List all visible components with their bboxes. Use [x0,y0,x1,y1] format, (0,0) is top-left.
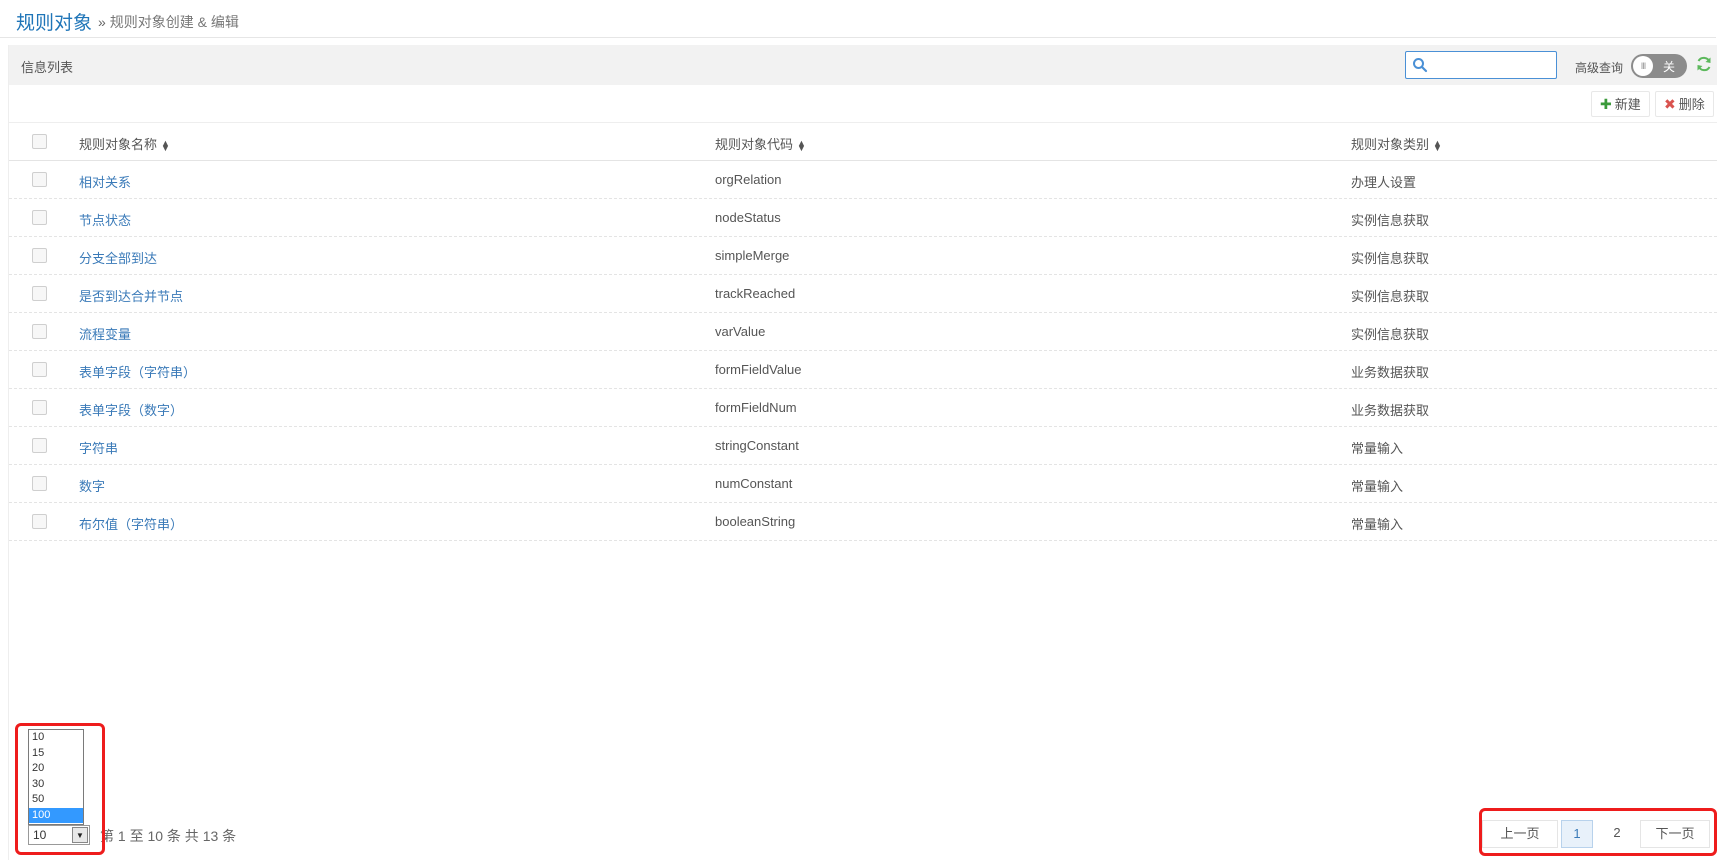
table-header-row: 规则对象名称 ▲ ▼ 规则对象代码 ▲ ▼ 规则对象类别 ▲ ▼ [9,123,1717,161]
rule-object-code: numConstant [715,476,793,491]
panel-title: 信息列表 [21,60,74,75]
table-row: 是否到达合并节点 trackReached 实例信息获取 [9,275,1717,313]
breadcrumb-separator: » [98,14,106,30]
table-row: 布尔值（字符串） booleanString 常量输入 [9,503,1717,541]
rule-object-name-link[interactable]: 节点状态 [79,210,131,229]
row-checkbox[interactable] [32,172,47,187]
rule-object-category: 实例信息获取 [1351,251,1430,266]
rule-object-code: trackReached [715,286,796,301]
rule-object-category: 常量输入 [1351,517,1404,532]
column-header-code[interactable]: 规则对象代码 ▲ ▼ [715,134,806,153]
table-row: 节点状态 nodeStatus 实例信息获取 [9,199,1717,237]
new-button-label: 新建 [1614,97,1641,112]
row-checkbox[interactable] [32,438,47,453]
rule-object-code: nodeStatus [715,210,781,225]
rule-object-code: simpleMerge [715,248,790,263]
table-row: 相对关系 orgRelation 办理人设置 [9,161,1717,199]
rule-object-name-link[interactable]: 表单字段（数字） [79,400,183,419]
highlight-box-pagination [1479,808,1717,856]
column-header-name[interactable]: 规则对象名称 ▲ ▼ [79,134,170,153]
table-row: 字符串 stringConstant 常量输入 [9,427,1717,465]
row-checkbox[interactable] [32,362,47,377]
rule-object-name-link[interactable]: 流程变量 [79,324,131,343]
table-row: 表单字段（数字） formFieldNum 业务数据获取 [9,389,1717,427]
rule-object-category: 实例信息获取 [1351,289,1430,304]
plus-icon: ✚ [1600,96,1612,112]
select-all-checkbox[interactable] [32,134,47,149]
rule-object-name-link[interactable]: 布尔值（字符串） [79,514,183,533]
title-bar: 规则对象 » 规则对象创建 & 编辑 [0,0,1716,38]
sort-icon[interactable]: ▲ ▼ [161,138,170,152]
table-row: 数字 numConstant 常量输入 [9,465,1717,503]
sort-icon[interactable]: ▲ ▼ [1433,138,1442,152]
toggle-knob: III [1633,56,1653,76]
rule-object-code: stringConstant [715,438,799,453]
rule-object-name-link[interactable]: 表单字段（字符串） [79,362,196,381]
rule-object-category: 常量输入 [1351,441,1404,456]
row-checkbox[interactable] [32,248,47,263]
row-checkbox[interactable] [32,324,47,339]
rule-object-category: 办理人设置 [1351,175,1417,190]
rule-object-code: booleanString [715,514,796,529]
rule-object-code: varValue [715,324,766,339]
new-button[interactable]: ✚ 新建 [1591,91,1650,117]
rule-object-name-link[interactable]: 字符串 [79,438,118,457]
search-input[interactable] [1432,55,1552,75]
rule-object-category: 业务数据获取 [1351,365,1430,380]
delete-button-label: 删除 [1678,97,1705,112]
rule-object-name-link[interactable]: 相对关系 [79,172,131,191]
rule-object-code: formFieldValue [715,362,802,377]
search-box[interactable] [1405,51,1557,79]
breadcrumb-current: 规则对象创建 & 编辑 [109,14,239,30]
row-checkbox[interactable] [32,400,47,415]
rule-object-category: 实例信息获取 [1351,327,1430,342]
table-row: 分支全部到达 simpleMerge 实例信息获取 [9,237,1717,275]
highlight-box-page-size [15,723,105,855]
page-title: 规则对象 [16,13,93,34]
refresh-icon[interactable] [1695,55,1713,73]
row-checkbox[interactable] [32,210,47,225]
panel-header: 信息列表 高级查询 III 关 [9,45,1717,85]
row-checkbox[interactable] [32,286,47,301]
delete-button[interactable]: ✖ 删除 [1655,91,1714,117]
rule-object-name-link[interactable]: 分支全部到达 [79,248,157,267]
close-icon: ✖ [1664,96,1676,112]
rule-object-category: 常量输入 [1351,479,1404,494]
toggle-state-label: 关 [1663,60,1676,74]
rule-object-table: 规则对象名称 ▲ ▼ 规则对象代码 ▲ ▼ 规则对象类别 ▲ ▼ 相对关系 orgRelat… [9,123,1717,541]
rule-object-name-link[interactable]: 是否到达合并节点 [79,286,183,305]
sort-icon[interactable]: ▲ ▼ [797,138,806,152]
pager-info: 第 1 至 10 条 共 13 条 [100,828,237,844]
rule-object-code: formFieldNum [715,400,797,415]
rule-object-category: 业务数据获取 [1351,403,1430,418]
column-header-category[interactable]: 规则对象类别 ▲ ▼ [1351,134,1442,153]
advanced-query-label: 高级查询 [1575,61,1624,75]
breadcrumb: » 规则对象创建 & 编辑 [98,12,239,32]
row-checkbox[interactable] [32,476,47,491]
rule-object-code: orgRelation [715,172,782,187]
rule-object-category: 实例信息获取 [1351,213,1430,228]
row-checkbox[interactable] [32,514,47,529]
info-list-panel: 信息列表 高级查询 III 关 ✚ 新建 ✖ 删除 规则对象名称 ▲ ▼ 规则对象代 [8,45,1717,860]
table-row: 流程变量 varValue 实例信息获取 [9,313,1717,351]
rule-object-name-link[interactable]: 数字 [79,476,105,495]
search-icon [1413,58,1428,73]
table-row: 表单字段（字符串） formFieldValue 业务数据获取 [9,351,1717,389]
toolbar: ✚ 新建 ✖ 删除 [9,85,1717,123]
advanced-query-toggle[interactable]: III 关 [1631,54,1687,78]
